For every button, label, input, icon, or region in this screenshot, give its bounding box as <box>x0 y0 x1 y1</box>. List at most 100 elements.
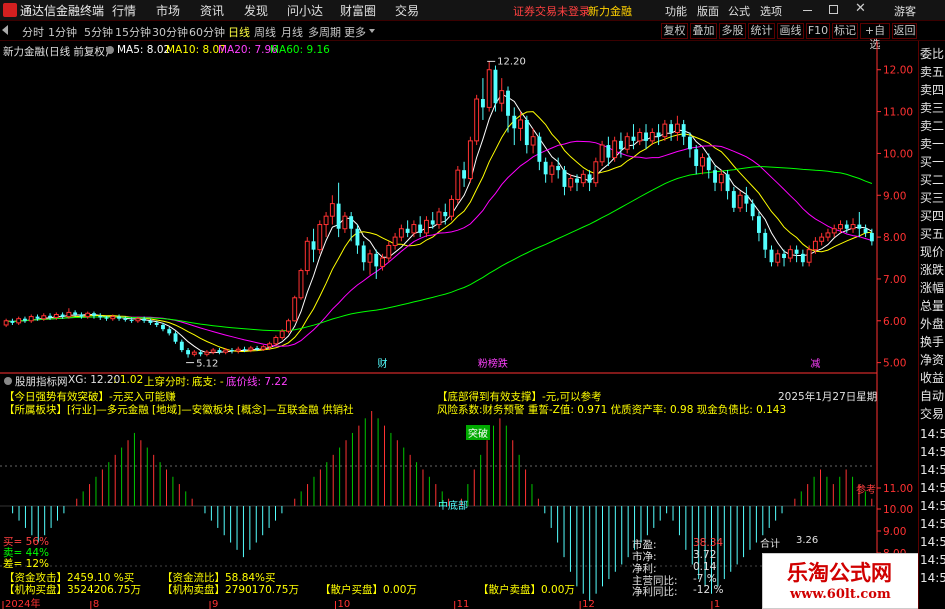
candle-body <box>92 313 96 316</box>
indicator-tick-label: 10.00 <box>883 504 913 516</box>
tab-daily[interactable]: 日线 <box>228 24 250 40</box>
candle-body <box>674 123 680 133</box>
back-button[interactable]: 返回 <box>892 23 917 39</box>
huaxian-button[interactable]: 画线 <box>777 23 804 39</box>
ma60-value: MA60: 9.16 <box>270 44 330 56</box>
menu-gongneng[interactable]: 功能 <box>665 3 687 19</box>
breakout-label: 突破 <box>466 425 490 440</box>
watermark-logo: 乐淘公式网 <box>787 561 892 585</box>
guest-label[interactable]: 游客 <box>894 3 916 19</box>
scroll-left-icon[interactable] <box>2 25 8 35</box>
minimize-icon[interactable] <box>803 10 812 11</box>
biaoji-button[interactable]: 标记 <box>832 23 858 39</box>
candle-body <box>349 216 354 229</box>
diejia-button[interactable]: 叠加 <box>690 23 717 39</box>
candle-body <box>750 203 755 217</box>
menu-zixun[interactable]: 资讯 <box>200 2 224 19</box>
quote-buy5[interactable]: 买五 <box>920 225 945 243</box>
candle-body <box>430 220 435 225</box>
quote-weibi[interactable]: 委比 <box>920 45 945 63</box>
candle-body <box>260 346 266 350</box>
candle-body <box>292 297 298 322</box>
duogu-button[interactable]: 多股 <box>719 23 746 39</box>
candle-body <box>518 119 523 129</box>
candle-body <box>512 115 517 129</box>
menu-banmian[interactable]: 版面 <box>697 3 719 19</box>
quote-change[interactable]: 涨跌 <box>920 261 945 279</box>
tab-multi[interactable]: 多周期 <box>308 24 341 40</box>
quote-netasset[interactable]: 净资 <box>920 351 945 369</box>
quote-eps[interactable]: 收益 <box>920 369 945 387</box>
candle-body <box>436 211 442 226</box>
tab-5min[interactable]: 5分钟 <box>84 24 113 40</box>
tongji-button[interactable]: 统计 <box>748 23 775 39</box>
tab-fenshi[interactable]: 分时 <box>22 24 44 40</box>
quote-price[interactable]: 现价 <box>920 243 945 261</box>
quote-sell1[interactable]: 卖一 <box>920 135 945 153</box>
candle-body <box>718 173 724 184</box>
menu-hangqing[interactable]: 行情 <box>112 2 136 19</box>
close-icon[interactable]: ✕ <box>855 1 866 16</box>
add-favorite-button[interactable]: +自选 <box>860 23 890 51</box>
menu-shichang[interactable]: 市场 <box>156 2 180 19</box>
candle-body <box>186 350 191 355</box>
x-tick-label: 2024年 <box>5 597 40 609</box>
indicator-s1: 上穿分时: - <box>144 376 197 388</box>
quote-buy3[interactable]: 买三 <box>920 189 945 207</box>
title-bar: 通达信金融终端 行情 市场 资讯 发现 问小达 财富圈 交易 证券交易未登录 新… <box>0 0 945 21</box>
candle-body <box>731 191 736 208</box>
quote-sell3[interactable]: 卖三 <box>920 99 945 117</box>
quote-pct[interactable]: 涨幅 <box>920 279 945 297</box>
candle-body <box>336 203 341 229</box>
quote-sell4[interactable]: 卖四 <box>920 81 945 99</box>
tab-more[interactable]: 更多 <box>344 24 366 40</box>
auto-trade-1[interactable]: 自动 <box>920 387 945 405</box>
quote-volume[interactable]: 总量 <box>920 297 945 315</box>
menu-caifuquan[interactable]: 财富圈 <box>340 2 376 19</box>
quote-sell2[interactable]: 卖二 <box>920 117 945 135</box>
candle-body <box>167 329 172 334</box>
tab-15min[interactable]: 15分钟 <box>115 24 151 40</box>
candle-body <box>637 132 643 142</box>
quote-buy2[interactable]: 买二 <box>920 171 945 189</box>
candle-body <box>279 330 285 339</box>
tab-weekly[interactable]: 周线 <box>254 24 276 40</box>
maximize-icon[interactable] <box>829 5 838 14</box>
indicator-settings-icon[interactable] <box>4 377 12 385</box>
menu-faxian[interactable]: 发现 <box>244 2 268 19</box>
candle-body <box>649 132 655 142</box>
tab-1min[interactable]: 1分钟 <box>48 24 77 40</box>
quote-buy1[interactable]: 买一 <box>920 153 945 171</box>
quote-buy4[interactable]: 买四 <box>920 207 945 225</box>
ma10-line <box>6 111 872 352</box>
ma-settings-icon[interactable] <box>106 46 114 54</box>
app-title: 通达信金融终端 <box>20 4 105 18</box>
tab-60min[interactable]: 60分钟 <box>189 24 225 40</box>
candle-body <box>606 145 611 158</box>
login-status[interactable]: 证券交易未登录 <box>513 3 590 19</box>
menu-wenxiaoda[interactable]: 问小达 <box>287 2 323 19</box>
price-tick-label: 5.00 <box>883 358 906 370</box>
menu-jiaoyi[interactable]: 交易 <box>395 2 419 19</box>
candle-body <box>744 195 749 204</box>
quote-turnover[interactable]: 换手 <box>920 333 945 351</box>
quote-outer[interactable]: 外盘 <box>920 315 945 333</box>
candle-body <box>694 149 699 166</box>
kline-chart-area[interactable]: 12.00 11.00 10.00 9.00 8.00 7.00 6.00 5.00 11.00… <box>0 41 918 609</box>
tab-30min[interactable]: 30分钟 <box>152 24 188 40</box>
menu-gongshi[interactable]: 公式 <box>728 3 750 19</box>
candle-body <box>687 136 692 150</box>
quote-sell5[interactable]: 卖五 <box>920 63 945 81</box>
more-chevron-icon[interactable] <box>369 29 375 33</box>
auto-trade-2[interactable]: 交易 <box>920 405 945 423</box>
candle-body <box>10 320 15 323</box>
app-logo-icon <box>3 3 17 17</box>
tab-monthly[interactable]: 月线 <box>281 24 303 40</box>
f10-button[interactable]: F10 <box>806 23 830 39</box>
event-marker: 减 <box>810 358 820 370</box>
tick-time: 14:56 <box>920 535 945 549</box>
candle-body <box>530 136 536 146</box>
menu-xuanxiang[interactable]: 选项 <box>760 3 782 19</box>
candle-body <box>230 350 234 352</box>
fuquan-button[interactable]: 复权 <box>661 23 688 39</box>
